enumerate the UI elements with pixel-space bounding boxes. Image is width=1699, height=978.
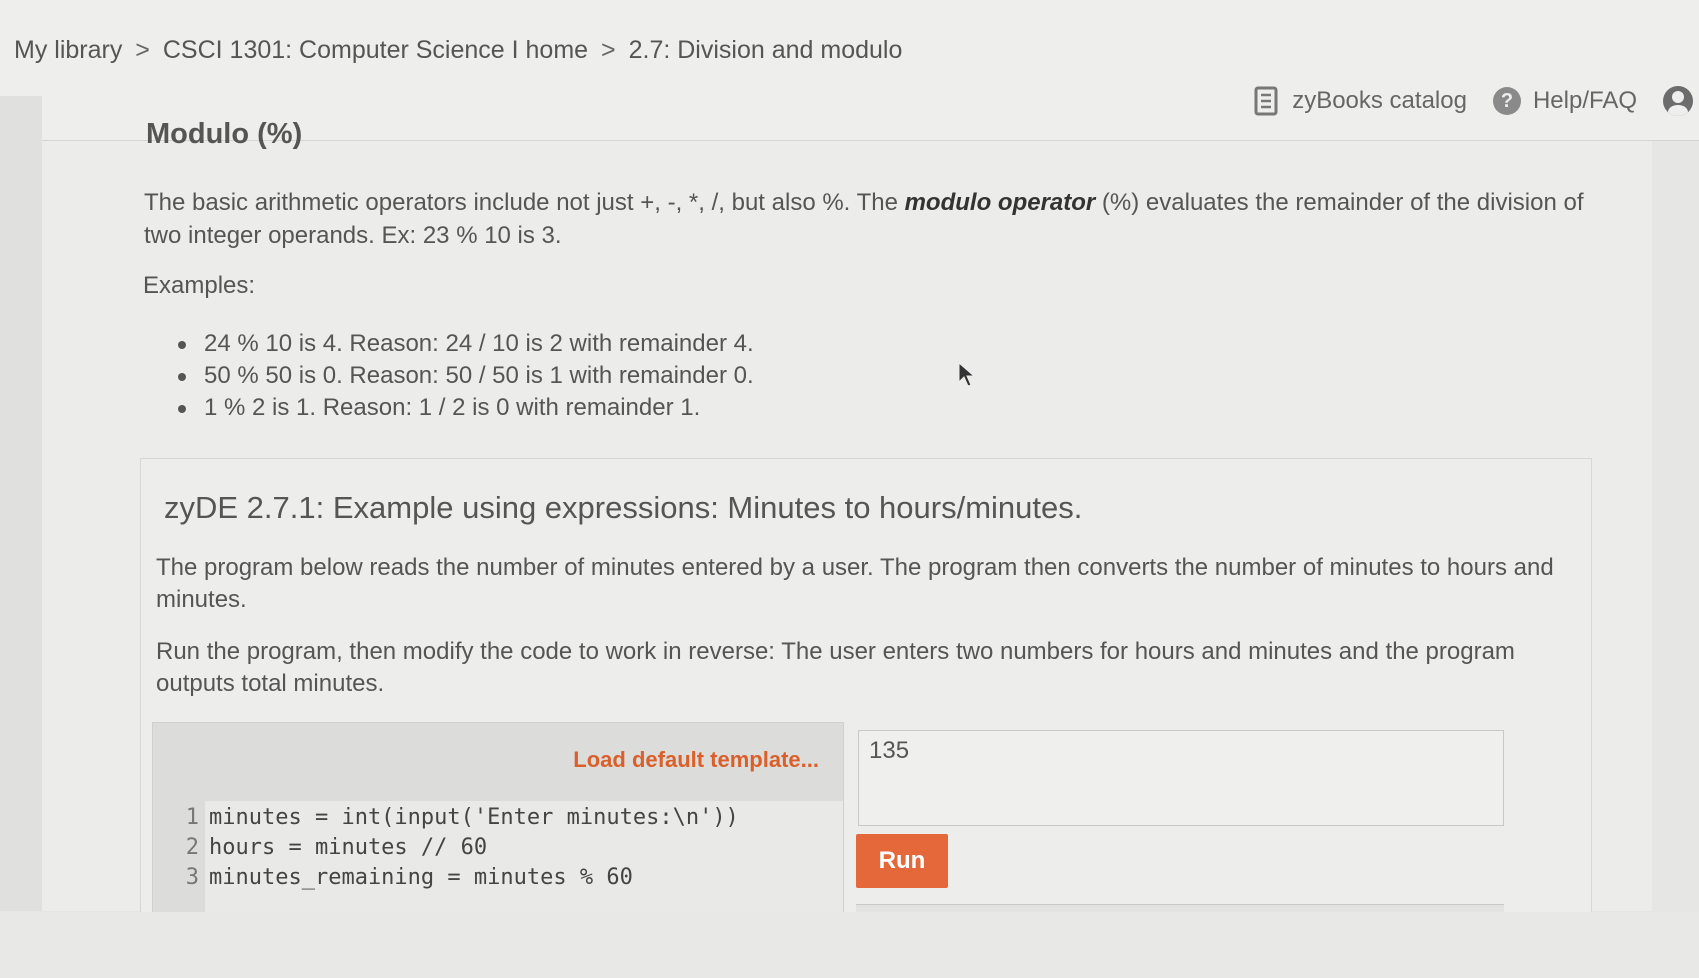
list-item: 1 % 2 is 1. Reason: 1 / 2 is 0 with rema… bbox=[176, 392, 754, 424]
breadcrumb-current-section: 2.7: Division and modulo bbox=[628, 36, 903, 64]
modulo-intro-paragraph: The basic arithmetic operators include n… bbox=[144, 186, 1594, 252]
examples-label: Examples: bbox=[143, 272, 256, 299]
zyde-description: The program below reads the number of mi… bbox=[156, 554, 1554, 613]
program-input-field[interactable]: 135 bbox=[858, 730, 1504, 826]
code-text: minutes_remaining = minutes % 60 bbox=[209, 865, 633, 890]
load-default-template-link[interactable]: Load default template... bbox=[573, 747, 819, 773]
page-bottom-edge bbox=[0, 912, 1699, 978]
code-area[interactable]: 1 minutes = int(input('Enter minutes:\n')… bbox=[153, 801, 843, 919]
mouse-cursor-icon bbox=[958, 362, 976, 387]
code-text: hours = minutes // 60 bbox=[209, 835, 488, 860]
line-number: 2 bbox=[185, 835, 199, 860]
line-number: 3 bbox=[185, 865, 199, 890]
list-item: 50 % 50 is 0. Reason: 50 / 50 is 1 with … bbox=[176, 360, 754, 392]
examples-list: 24 % 10 is 4. Reason: 24 / 10 is 2 with … bbox=[176, 328, 754, 424]
zyde-title: zyDE 2.7.1: Example using expressions: M… bbox=[164, 490, 1083, 525]
help-icon: ? bbox=[1492, 87, 1521, 115]
zyde-instructions: Run the program, then modify the code to… bbox=[156, 638, 1515, 697]
left-page-edge bbox=[0, 96, 42, 911]
help-faq-link[interactable]: ? Help/FAQ bbox=[1492, 87, 1637, 115]
code-line[interactable]: 1 minutes = int(input('Enter minutes:\n')… bbox=[153, 803, 739, 833]
user-icon[interactable] bbox=[1663, 86, 1693, 116]
section-title: Modulo (%) bbox=[146, 118, 303, 150]
code-line[interactable]: 3 minutes_remaining = minutes % 60 bbox=[153, 863, 633, 893]
code-editor: Load default template... 1 minutes = int(… bbox=[152, 722, 844, 920]
breadcrumb-separator: > bbox=[135, 36, 150, 64]
breadcrumb-course-home[interactable]: CSCI 1301: Computer Science I home bbox=[163, 36, 588, 64]
breadcrumb: My library > CSCI 1301: Computer Science… bbox=[14, 36, 902, 65]
modulo-operator-term: modulo operator bbox=[904, 189, 1096, 216]
top-right-nav: zyBooks catalog ? Help/FAQ bbox=[1254, 86, 1699, 116]
code-line[interactable]: 2 hours = minutes // 60 bbox=[153, 833, 487, 863]
breadcrumb-my-library[interactable]: My library bbox=[14, 36, 122, 64]
zybooks-catalog-link[interactable]: zyBooks catalog bbox=[1254, 86, 1467, 116]
book-icon bbox=[1254, 86, 1278, 116]
zybooks-catalog-label: zyBooks catalog bbox=[1292, 87, 1467, 114]
breadcrumb-separator: > bbox=[601, 36, 616, 64]
list-item: 24 % 10 is 4. Reason: 24 / 10 is 2 with … bbox=[176, 328, 754, 360]
line-number: 1 bbox=[185, 805, 199, 830]
intro-text-part1: The basic arithmetic operators include n… bbox=[144, 189, 905, 216]
code-text: minutes = int(input('Enter minutes:\n')) bbox=[209, 805, 739, 830]
run-button[interactable]: Run bbox=[856, 834, 948, 888]
help-faq-label: Help/FAQ bbox=[1532, 87, 1637, 114]
